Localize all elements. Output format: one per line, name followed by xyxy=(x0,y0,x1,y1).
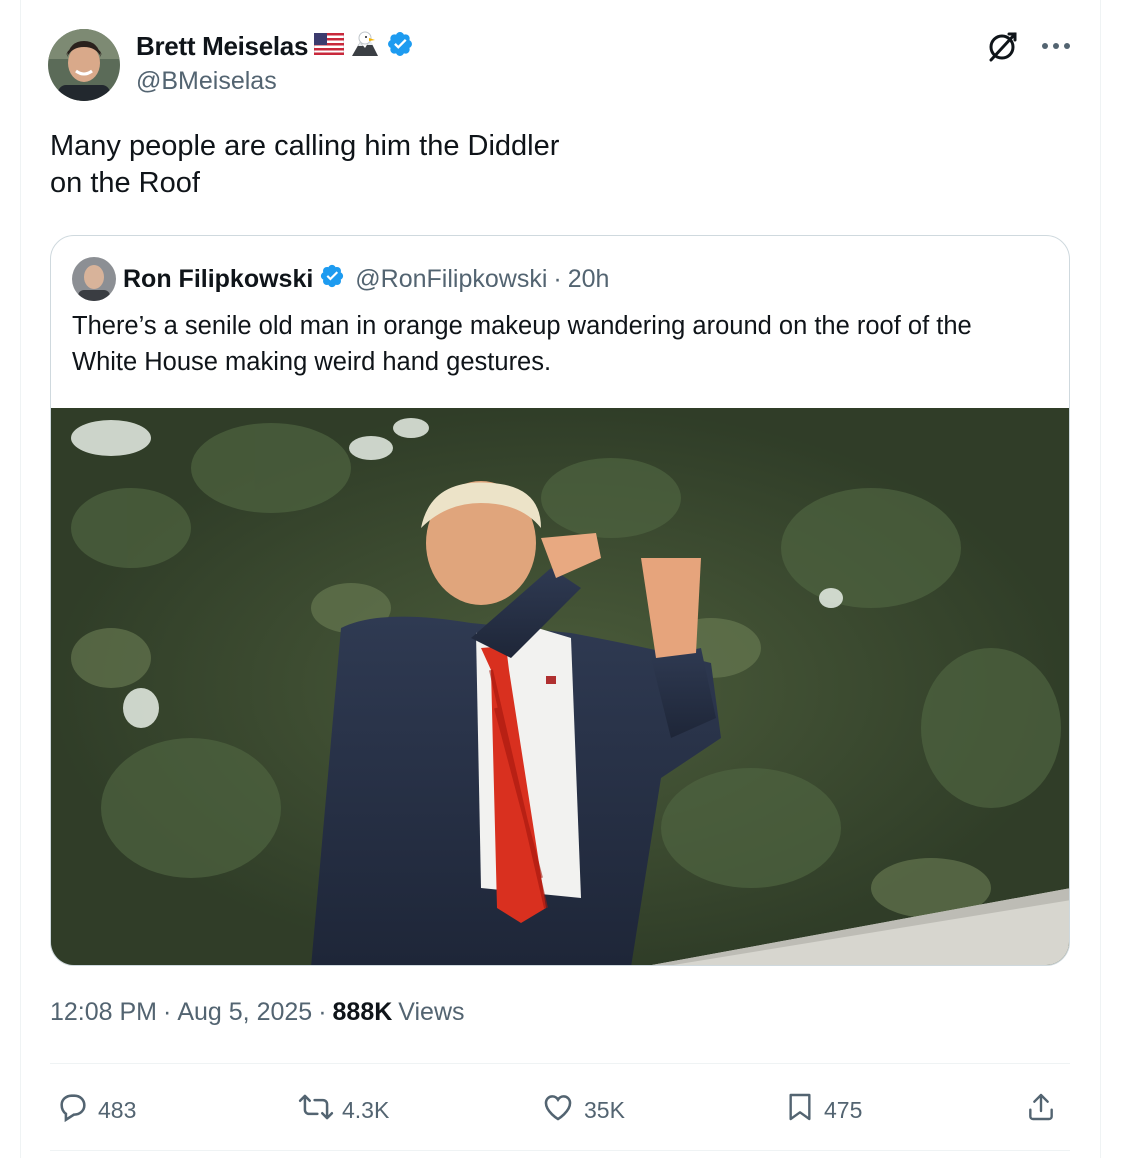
verified-badge-icon[interactable] xyxy=(386,30,414,63)
card-right-border xyxy=(1100,0,1101,1158)
views-label: Views xyxy=(398,998,465,1026)
reply-button[interactable]: 483 xyxy=(56,1090,136,1130)
us-flag-icon xyxy=(313,32,345,60)
quoted-text-line: There’s a senile old man in orange makeu… xyxy=(72,312,972,340)
meta-separator: · xyxy=(318,998,327,1026)
tweet-meta: 12:08 PM · Aug 5, 2025 · 888K Views xyxy=(50,998,465,1027)
quoted-tweet[interactable]: Ron Filipkowski @RonFilipkowski · 20h Th… xyxy=(50,235,1070,966)
share-icon xyxy=(1025,1090,1057,1130)
repost-icon xyxy=(298,1090,334,1130)
tweet-time[interactable]: 12:08 PM xyxy=(50,998,157,1027)
quoted-media-image[interactable] xyxy=(51,408,1069,965)
bookmark-icon xyxy=(784,1090,816,1130)
views-count: 888K xyxy=(332,998,393,1026)
verified-badge-icon[interactable] xyxy=(319,263,345,296)
top-actions xyxy=(985,28,1071,64)
divider xyxy=(50,1063,1070,1064)
share-button[interactable] xyxy=(1025,1090,1057,1130)
quoted-author-avatar[interactable] xyxy=(72,257,116,301)
quoted-text-line: White House making weird hand gestures. xyxy=(72,348,552,376)
like-count: 35K xyxy=(584,1096,625,1123)
repost-button[interactable]: 4.3K xyxy=(298,1090,389,1130)
reply-icon xyxy=(56,1090,90,1130)
author-name[interactable]: Brett Meiselas xyxy=(136,31,308,62)
quoted-text: There’s a senile old man in orange makeu… xyxy=(72,308,1062,380)
author-handle[interactable]: @BMeiselas xyxy=(136,67,277,96)
quoted-timestamp[interactable]: 20h xyxy=(568,265,610,294)
quoted-author-name[interactable]: Ron Filipkowski xyxy=(123,265,313,294)
tweet-text-line: Many people are calling him the Diddler xyxy=(50,130,560,162)
tweet-date[interactable]: Aug 5, 2025 xyxy=(177,998,312,1027)
quoted-header: Ron Filipkowski @RonFilipkowski · 20h xyxy=(123,263,609,296)
quoted-separator: · xyxy=(553,265,562,293)
bookmark-count: 475 xyxy=(824,1096,863,1123)
card-left-border xyxy=(20,0,21,1158)
reply-count: 483 xyxy=(98,1096,137,1123)
eagle-icon xyxy=(350,30,380,63)
divider xyxy=(50,1150,1070,1151)
author-avatar[interactable] xyxy=(48,29,120,101)
bookmark-button[interactable]: 475 xyxy=(784,1090,862,1130)
grok-icon[interactable] xyxy=(985,28,1021,64)
tweet-text: Many people are calling him the Diddler … xyxy=(50,128,670,202)
repost-count: 4.3K xyxy=(342,1096,390,1123)
heart-icon xyxy=(540,1090,576,1130)
meta-separator: · xyxy=(163,998,172,1026)
quoted-author-handle[interactable]: @RonFilipkowski xyxy=(355,265,547,294)
more-options-icon[interactable] xyxy=(1041,42,1071,50)
author-name-row: Brett Meiselas xyxy=(136,30,414,63)
tweet-text-line: on the Roof xyxy=(50,167,200,199)
like-button[interactable]: 35K xyxy=(540,1090,625,1130)
